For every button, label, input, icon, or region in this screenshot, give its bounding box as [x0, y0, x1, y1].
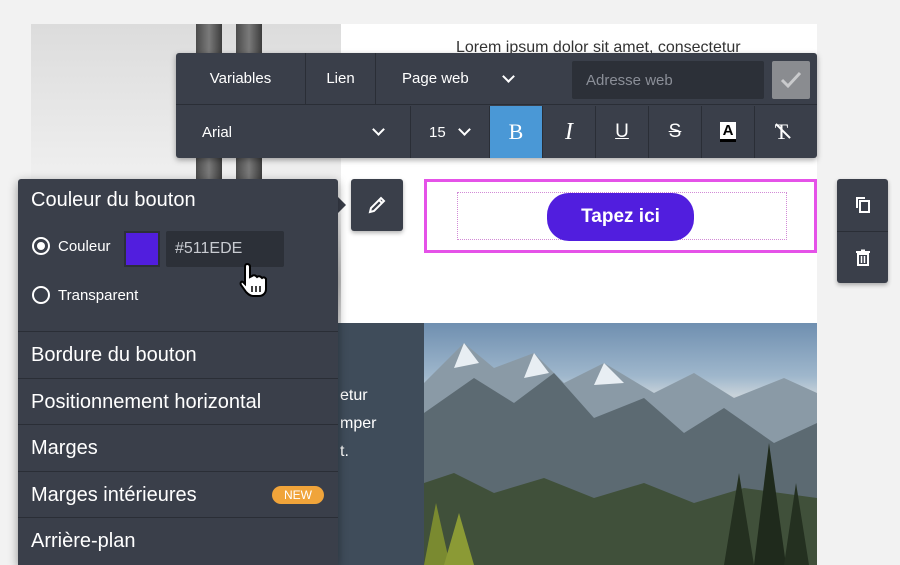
menu-item-border[interactable]: Bordure du bouton — [18, 331, 338, 378]
panel-title: Couleur du bouton — [31, 189, 196, 211]
panel-arrow — [337, 196, 346, 214]
link-label-cell: Lien — [306, 52, 376, 105]
pencil-icon — [368, 196, 386, 214]
radio-transparent[interactable]: Transparent — [32, 286, 138, 304]
italic-button[interactable]: I — [543, 106, 596, 158]
dark-text-line: t. — [340, 443, 349, 460]
variables-button[interactable]: Variables — [176, 52, 306, 105]
dark-column-text: etur mper t. — [340, 382, 376, 466]
radio-color-label: Couleur — [58, 237, 111, 255]
delete-button[interactable] — [837, 231, 888, 283]
format-toolbar: Variables Lien Page web Arial 15 B I U — [176, 52, 817, 158]
font-family-value: Arial — [202, 123, 233, 141]
font-family-select[interactable]: Arial — [176, 106, 411, 158]
chevron-down-icon — [372, 123, 385, 136]
mountain-image — [424, 323, 817, 565]
link-label: Lien — [326, 70, 355, 87]
bold-icon: B — [508, 119, 524, 144]
color-swatch[interactable] — [124, 231, 160, 267]
bold-button[interactable]: B — [490, 106, 543, 158]
link-type-value: Page web — [402, 70, 469, 87]
strikethrough-button[interactable]: S — [649, 106, 702, 158]
check-icon — [780, 71, 802, 89]
menu-item-label: Marges — [31, 436, 98, 459]
clear-format-icon: T — [775, 119, 791, 145]
button-block-selected[interactable]: Tapez ici — [424, 179, 817, 253]
radio-color[interactable]: Couleur — [32, 237, 111, 255]
confirm-url-button[interactable] — [772, 61, 810, 99]
text-color-button[interactable]: A — [702, 106, 755, 158]
link-type-select[interactable]: Page web — [376, 53, 531, 105]
underline-button[interactable]: U — [596, 106, 649, 158]
edit-button[interactable] — [351, 179, 403, 231]
copy-icon — [855, 197, 870, 213]
strikethrough-icon: S — [668, 121, 682, 142]
button-block-inner: Tapez ici — [457, 192, 787, 241]
underline-icon: U — [615, 121, 629, 142]
toolbar-link-row: Variables Lien Page web — [176, 52, 817, 105]
clear-format-button[interactable]: T — [755, 106, 808, 158]
url-input[interactable] — [572, 61, 764, 99]
italic-icon: I — [565, 118, 573, 145]
trash-icon — [855, 249, 870, 266]
dark-text-line: etur — [340, 387, 368, 404]
new-badge: NEW — [272, 486, 324, 504]
menu-item-background[interactable]: Arrière-plan — [18, 517, 338, 564]
menu-item-margins[interactable]: Marges — [18, 424, 338, 471]
menu-item-label: Arrière-plan — [31, 529, 136, 552]
menu-item-label: Marges intérieures — [31, 483, 197, 506]
hand-cursor-icon — [239, 262, 267, 297]
radio-unselected-icon — [32, 286, 50, 304]
variables-label: Variables — [209, 70, 272, 87]
block-actions — [837, 179, 888, 283]
dark-text-line: mper — [340, 415, 377, 432]
menu-item-label: Bordure du bouton — [31, 343, 197, 366]
button-settings-panel: Couleur du bouton Couleur Transparent Bo… — [18, 179, 338, 565]
toolbar-format-row: Arial 15 B I U S A T — [176, 106, 817, 158]
font-size-select[interactable]: 15 — [411, 106, 490, 158]
menu-item-padding[interactable]: Marges intérieures NEW — [18, 471, 338, 518]
chevron-down-icon — [501, 69, 515, 83]
radio-selected-icon — [32, 237, 50, 255]
text-color-icon: A — [719, 122, 737, 142]
menu-item-label: Positionnement horizontal — [31, 390, 262, 413]
duplicate-button[interactable] — [837, 179, 888, 231]
font-size-value: 15 — [429, 123, 446, 141]
menu-item-horizontal-position[interactable]: Positionnement horizontal — [18, 378, 338, 425]
chevron-down-icon — [457, 123, 471, 136]
radio-transparent-label: Transparent — [58, 286, 139, 304]
cta-button[interactable]: Tapez ici — [547, 193, 694, 241]
